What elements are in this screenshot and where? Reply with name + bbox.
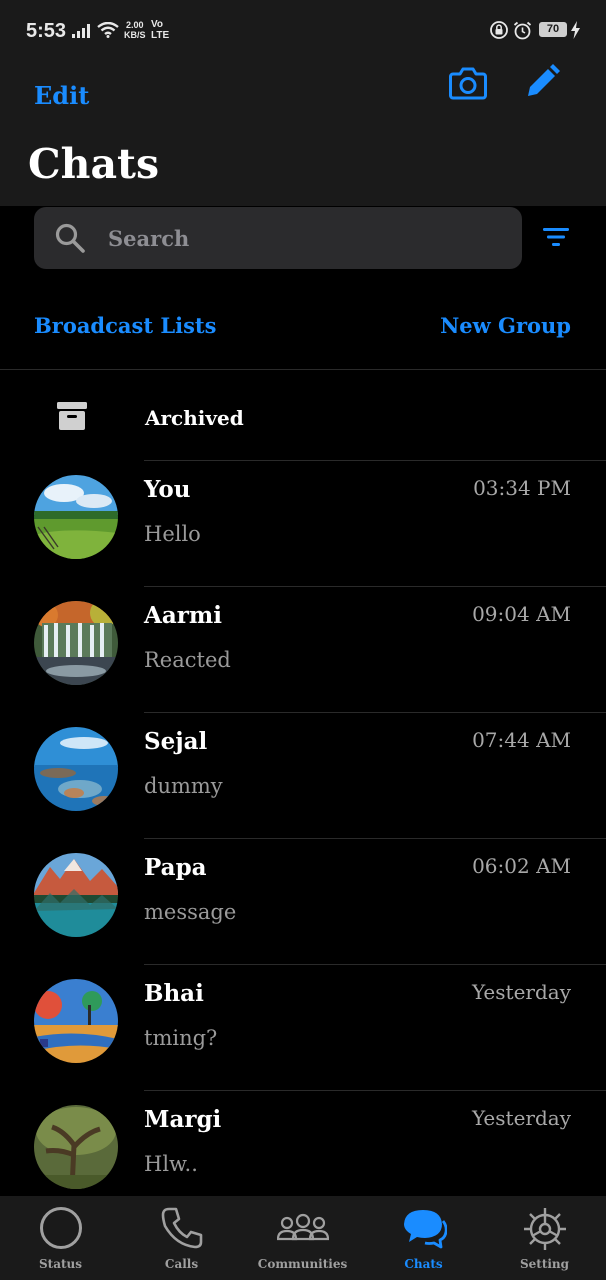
filter-icon[interactable] bbox=[541, 224, 571, 250]
chat-name: Sejal bbox=[144, 728, 208, 755]
chat-name: Papa bbox=[144, 854, 207, 881]
battery-icon: 70 bbox=[539, 22, 567, 37]
network-speed-value: 2.00 bbox=[125, 20, 144, 30]
status-ring-icon bbox=[39, 1207, 82, 1249]
archive-box-icon bbox=[57, 402, 87, 430]
tab-chats[interactable]: Chats bbox=[363, 1196, 484, 1280]
avatar bbox=[34, 601, 118, 685]
network-speed-unit: KB/S bbox=[124, 30, 146, 40]
chat-row-aarmi[interactable]: Aarmi 09:04 AM Reacted bbox=[0, 586, 606, 712]
tab-label: Setting bbox=[519, 1257, 570, 1271]
chat-bubbles-icon bbox=[403, 1210, 447, 1249]
row-separator bbox=[144, 964, 606, 965]
chat-last-message: dummy bbox=[144, 774, 223, 798]
chat-time: Yesterday bbox=[471, 980, 571, 1004]
bottom-tab-bar: Status Calls Communities Chats Setting bbox=[0, 1196, 606, 1280]
tab-communities[interactable]: Communities bbox=[242, 1196, 363, 1280]
volte-top: Vo bbox=[151, 19, 164, 30]
chat-name: Bhai bbox=[144, 980, 204, 1007]
row-separator bbox=[144, 586, 606, 587]
lock-icon bbox=[490, 21, 508, 39]
people-group-icon bbox=[276, 1213, 329, 1241]
search-input[interactable]: Search bbox=[34, 207, 522, 269]
page-title: Chats bbox=[28, 140, 160, 188]
avatar bbox=[34, 475, 118, 559]
new-group-link[interactable]: New Group bbox=[440, 313, 571, 338]
volte-indicator: Vo LTE bbox=[151, 19, 169, 41]
chat-name: You bbox=[144, 476, 191, 503]
charging-icon bbox=[571, 21, 580, 39]
chat-last-message: Hello bbox=[144, 522, 201, 546]
battery-level: 70 bbox=[546, 23, 560, 35]
alarm-icon bbox=[513, 21, 532, 40]
avatar bbox=[34, 853, 118, 937]
tab-label: Status bbox=[38, 1257, 82, 1271]
chat-time: 07:44 AM bbox=[472, 728, 571, 752]
camera-icon[interactable] bbox=[449, 66, 487, 100]
tab-status[interactable]: Status bbox=[0, 1196, 121, 1280]
tab-label: Calls bbox=[164, 1257, 199, 1271]
chat-time: 06:02 AM bbox=[472, 854, 571, 878]
chat-name: Margi bbox=[144, 1106, 222, 1133]
gear-icon bbox=[523, 1208, 566, 1250]
row-separator bbox=[144, 712, 606, 713]
chat-name: Aarmi bbox=[144, 602, 222, 629]
archived-label: Archived bbox=[145, 406, 244, 430]
cell-signal-icon bbox=[72, 24, 90, 38]
chat-last-message: Hlw.. bbox=[144, 1152, 198, 1176]
chat-row-sejal[interactable]: Sejal 07:44 AM dummy bbox=[0, 712, 606, 838]
archived-row[interactable]: Archived bbox=[0, 370, 606, 460]
edit-button[interactable]: Edit bbox=[34, 81, 89, 110]
chat-last-message: Reacted bbox=[144, 648, 231, 672]
search-icon bbox=[55, 223, 85, 253]
status-time: 5:53 bbox=[26, 20, 67, 42]
tab-calls[interactable]: Calls bbox=[121, 1196, 242, 1280]
chat-last-message: message bbox=[144, 900, 237, 924]
chat-time: 03:34 PM bbox=[473, 476, 571, 500]
status-bar: 5:53 2.00 KB/S Vo LTE 70 bbox=[0, 0, 606, 60]
search-placeholder: Search bbox=[108, 226, 190, 251]
avatar bbox=[34, 1105, 118, 1189]
chat-row-you[interactable]: You 03:34 PM Hello bbox=[0, 460, 606, 586]
pencil-icon[interactable] bbox=[524, 64, 560, 100]
tab-label: Communities bbox=[257, 1257, 348, 1271]
wifi-icon bbox=[97, 22, 119, 38]
avatar bbox=[34, 979, 118, 1063]
chat-row-papa[interactable]: Papa 06:02 AM message bbox=[0, 838, 606, 964]
row-separator bbox=[144, 460, 606, 461]
chat-last-message: tming? bbox=[144, 1026, 218, 1050]
chat-time: 09:04 AM bbox=[472, 602, 571, 626]
broadcast-lists-link[interactable]: Broadcast Lists bbox=[34, 313, 216, 338]
chat-row-bhai[interactable]: Bhai Yesterday tming? bbox=[0, 964, 606, 1090]
chat-time: Yesterday bbox=[471, 1106, 571, 1130]
chats-header: Edit Chats bbox=[0, 60, 606, 206]
row-separator bbox=[144, 838, 606, 839]
row-separator bbox=[144, 1090, 606, 1091]
tab-label: Chats bbox=[404, 1257, 443, 1271]
network-speed: 2.00 KB/S bbox=[124, 20, 146, 40]
phone-icon bbox=[161, 1207, 202, 1249]
tab-setting[interactable]: Setting bbox=[484, 1196, 605, 1280]
volte-bottom: LTE bbox=[151, 30, 170, 41]
avatar bbox=[34, 727, 118, 811]
